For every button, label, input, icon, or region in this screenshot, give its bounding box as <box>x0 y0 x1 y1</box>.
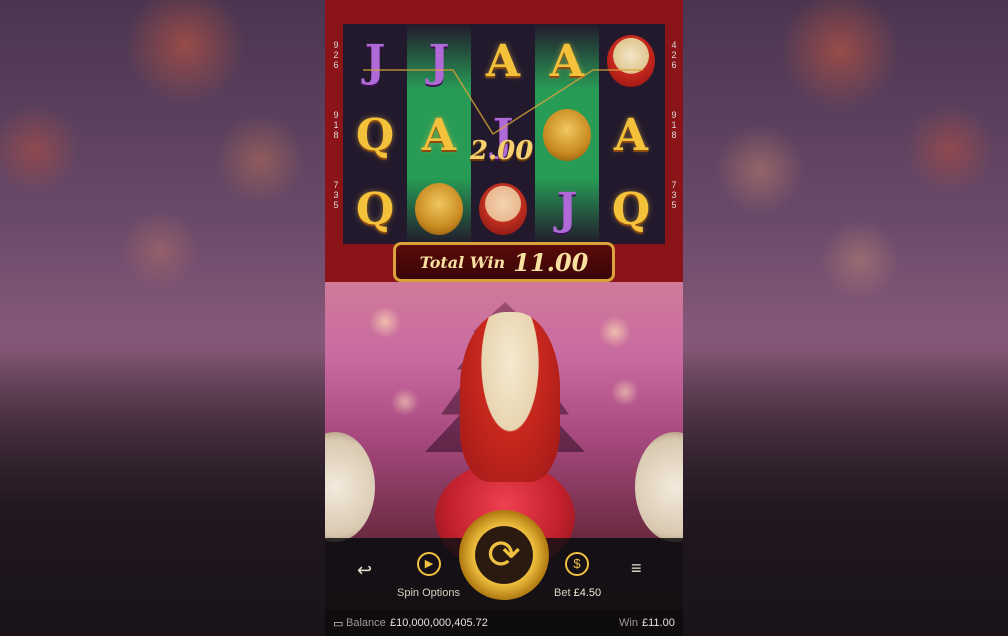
bet-coin-icon[interactable]: $ <box>565 552 589 576</box>
symbol-a: A <box>613 109 649 161</box>
drum-right-icon <box>635 432 683 542</box>
symbol-j: J <box>556 183 578 235</box>
payline-number: 9 <box>333 110 339 120</box>
menu-icon[interactable]: ≡ <box>631 558 642 579</box>
total-win-value: 11.00 <box>513 247 589 277</box>
boy-icon <box>471 174 535 244</box>
reel-column-2: J A <box>407 24 471 244</box>
drum-left-icon <box>325 432 375 542</box>
payline-number: 1 <box>671 120 677 130</box>
back-arrow-icon[interactable]: ↩ <box>357 560 372 581</box>
symbol-q: Q <box>355 109 395 161</box>
game-window: 9 2 6 9 1 8 7 3 5 4 2 6 9 1 8 7 3 5 J Q … <box>325 0 683 636</box>
left-payline-numbers: 9 2 6 9 1 8 7 3 5 <box>329 40 343 210</box>
payline-number: 4 <box>671 40 677 50</box>
reel-grid: J Q Q J A A J A J A Q <box>343 24 665 244</box>
lion-dance-scene <box>325 282 683 572</box>
payline-number: 9 <box>671 110 677 120</box>
total-win-label: Total Win <box>419 252 506 272</box>
payline-number: 8 <box>333 130 339 140</box>
pot-icon <box>535 100 599 170</box>
bet-display: Bet £4.50 <box>554 587 601 599</box>
reel-column-1: J Q Q <box>343 24 407 244</box>
reel-column-5: A Q <box>599 24 663 244</box>
symbol-a: A <box>549 35 585 87</box>
bet-value: £4.50 <box>573 587 602 599</box>
payline-number: 9 <box>333 40 339 50</box>
payline-number: 5 <box>333 200 339 210</box>
symbol-j: J <box>428 35 450 87</box>
payline-number: 3 <box>333 190 339 200</box>
payline-number: 7 <box>671 180 677 190</box>
status-bar: ▭ Balance £10,000,000,405.72 Win £11.00 <box>325 610 683 636</box>
reel-frame: 9 2 6 9 1 8 7 3 5 4 2 6 9 1 8 7 3 5 J Q … <box>325 0 683 282</box>
lion-dancer <box>460 312 560 482</box>
symbol-j: J <box>364 35 386 87</box>
symbol-a: A <box>421 109 457 161</box>
spin-options-label: Spin Options <box>397 587 460 599</box>
drum-icon <box>599 26 663 96</box>
symbol-q: Q <box>611 183 651 235</box>
line-win-amount: 2.00 <box>470 136 534 166</box>
payline-number: 7 <box>333 180 339 190</box>
spin-options-button[interactable]: ▶ <box>417 552 441 576</box>
balance-label: Balance <box>346 617 386 629</box>
symbol-a: A <box>485 35 521 87</box>
payline-number: 3 <box>671 190 677 200</box>
total-win-banner: Total Win 11.00 <box>393 242 615 282</box>
payline-number: 6 <box>671 60 677 70</box>
spin-button[interactable]: ⟳ <box>459 510 549 600</box>
pot-icon <box>407 174 471 244</box>
payline-number: 5 <box>671 200 677 210</box>
payline-number: 6 <box>333 60 339 70</box>
reel-column-4: A J <box>535 24 599 244</box>
balance-value: £10,000,000,405.72 <box>390 617 488 629</box>
right-payline-numbers: 4 2 6 9 1 8 7 3 5 <box>667 40 681 210</box>
bet-label: Bet <box>554 587 571 599</box>
payline-number: 2 <box>333 50 339 60</box>
payline-number: 8 <box>671 130 677 140</box>
spin-icon: ⟳ <box>487 533 521 577</box>
win-label: Win <box>619 617 638 629</box>
reel-column-3: A J <box>471 24 535 244</box>
symbol-q: Q <box>355 183 395 235</box>
wallet-icon: ▭ <box>333 618 344 630</box>
payline-number: 1 <box>333 120 339 130</box>
win-value: £11.00 <box>642 617 675 629</box>
payline-number: 2 <box>671 50 677 60</box>
